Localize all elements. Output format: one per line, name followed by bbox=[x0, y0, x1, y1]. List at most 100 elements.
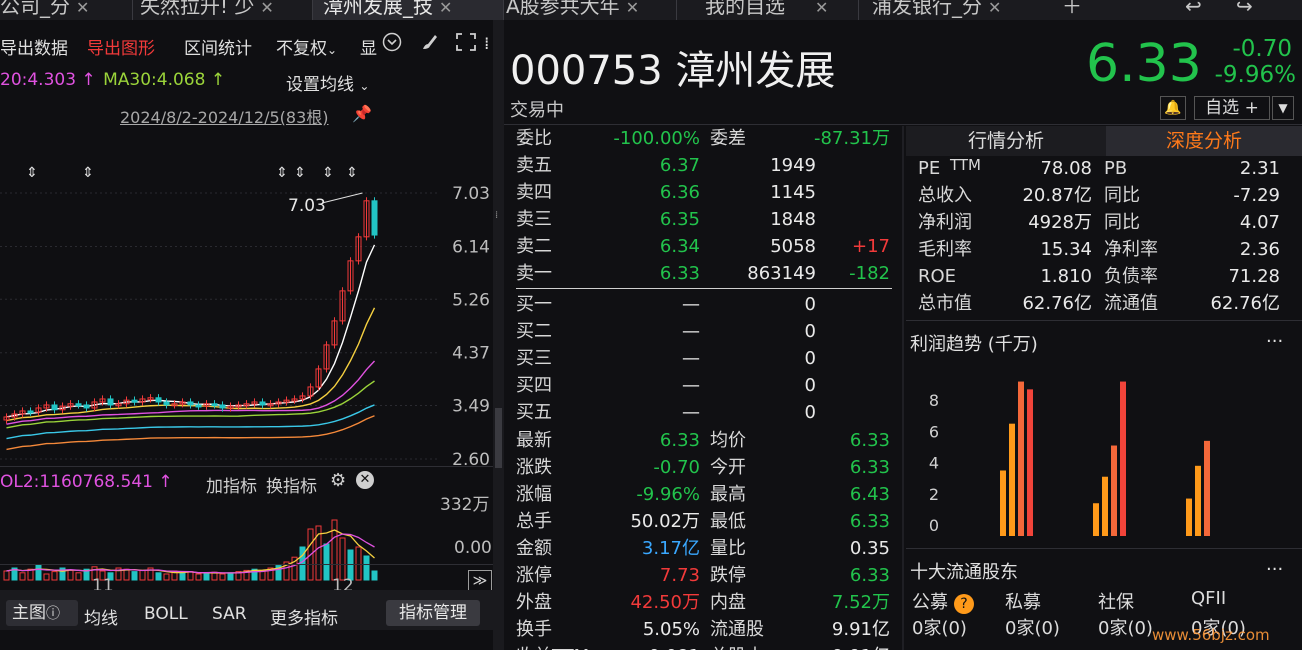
forward-icon[interactable]: ↪ bbox=[1236, 0, 1266, 20]
volume-bar[interactable] bbox=[259, 570, 266, 581]
more-indicators-button[interactable]: 更多指标 bbox=[270, 604, 338, 629]
holder-category[interactable]: 私募 bbox=[1005, 588, 1041, 614]
close-icon[interactable]: ✕ bbox=[260, 0, 273, 17]
date-range-label[interactable]: 2024/8/2-2024/12/5(83根) bbox=[120, 104, 329, 128]
profit-bar[interactable] bbox=[1093, 503, 1099, 536]
tab-2-active[interactable]: 漳州发展_技 ✕ bbox=[313, 0, 503, 20]
new-tab-icon[interactable]: ＋ bbox=[1062, 0, 1086, 20]
event-marker-icon[interactable]: ⇕ bbox=[294, 165, 306, 181]
candle[interactable] bbox=[51, 404, 58, 411]
candle[interactable] bbox=[83, 404, 90, 409]
holder-category[interactable]: 公募? bbox=[912, 588, 974, 614]
tab-1[interactable]: 失然拉升! 少 ✕ bbox=[140, 0, 310, 20]
volume-bar[interactable] bbox=[3, 570, 10, 581]
event-marker-icon[interactable]: ⇕ bbox=[82, 165, 94, 181]
volume-bar[interactable] bbox=[219, 573, 226, 581]
tab-3[interactable]: A股参共大年 ✕ bbox=[506, 0, 666, 20]
panel-splitter[interactable]: ⁞ bbox=[493, 20, 504, 650]
volume-bar[interactable] bbox=[131, 571, 138, 581]
volume-bar[interactable] bbox=[51, 571, 58, 581]
bell-icon[interactable]: 🔔 bbox=[1160, 96, 1186, 120]
volume-bar[interactable] bbox=[203, 572, 210, 581]
range-stats-button[interactable]: 区间统计 bbox=[184, 34, 252, 59]
volume-bar[interactable] bbox=[163, 573, 170, 581]
event-marker-icon[interactable]: ⇕ bbox=[322, 165, 334, 181]
holder-category[interactable]: QFII bbox=[1191, 588, 1226, 609]
ma-button[interactable]: 均线 bbox=[84, 604, 118, 629]
volume-bar[interactable] bbox=[331, 519, 338, 581]
volume-bar[interactable] bbox=[323, 543, 330, 581]
close-icon[interactable]: ✕ bbox=[626, 0, 639, 17]
main-chart-button[interactable]: 主图ⓘ bbox=[6, 600, 78, 626]
close-icon[interactable]: ✕ bbox=[356, 471, 374, 489]
sar-button[interactable]: SAR bbox=[212, 604, 247, 624]
indicator-manage-button[interactable]: 指标管理 bbox=[386, 600, 480, 626]
volume-bar[interactable] bbox=[155, 572, 162, 581]
volume-bar[interactable] bbox=[179, 572, 186, 581]
holder-category[interactable]: 社保 bbox=[1098, 588, 1134, 614]
tab-5[interactable]: 浦发银行_分 ✕ bbox=[872, 0, 1042, 20]
volume-bar[interactable] bbox=[35, 564, 42, 581]
candle[interactable] bbox=[195, 404, 202, 408]
event-marker-icon[interactable]: ⇕ bbox=[346, 165, 358, 181]
expand-icon[interactable]: ≫ bbox=[468, 570, 492, 592]
candlestick-chart[interactable]: ⇕ ⇕ ⇕ ⇕ ⇕ ⇕ 7.03 6.14 5.26 4.37 3.49 2.60 bbox=[0, 135, 493, 465]
scrollbar-thumb[interactable] bbox=[495, 408, 502, 468]
candle[interactable] bbox=[371, 200, 378, 236]
volume-bar[interactable] bbox=[339, 537, 346, 581]
volume-bar[interactable] bbox=[67, 569, 74, 581]
add-watchlist-button[interactable]: 自选 + bbox=[1194, 96, 1270, 120]
candle[interactable] bbox=[187, 401, 194, 406]
candle[interactable] bbox=[75, 403, 82, 407]
profit-bar[interactable] bbox=[1018, 381, 1024, 536]
profit-bar[interactable] bbox=[1111, 445, 1117, 536]
volume-bar[interactable] bbox=[227, 572, 234, 581]
profit-bar[interactable] bbox=[1204, 440, 1210, 536]
candle[interactable] bbox=[259, 401, 266, 406]
volume-bar[interactable] bbox=[43, 573, 50, 581]
candle[interactable] bbox=[131, 399, 138, 403]
profit-bar[interactable] bbox=[1120, 381, 1126, 536]
candle[interactable] bbox=[107, 398, 114, 406]
candle[interactable] bbox=[155, 397, 162, 403]
tab-4[interactable]: 我的自选 ✕ bbox=[705, 0, 855, 20]
top-holders-more-button[interactable]: ... bbox=[1266, 554, 1283, 575]
profit-bar[interactable] bbox=[1000, 470, 1006, 536]
profit-trend-more-button[interactable]: ... bbox=[1266, 326, 1283, 347]
candle[interactable] bbox=[211, 403, 218, 407]
volume-bar[interactable] bbox=[371, 570, 378, 581]
close-icon[interactable]: ✕ bbox=[815, 0, 828, 17]
export-chart-button[interactable]: 导出图形 bbox=[87, 34, 155, 59]
volume-bar[interactable] bbox=[195, 573, 202, 581]
volume-bar[interactable] bbox=[123, 568, 130, 581]
chevron-down-icon[interactable]: ▼ bbox=[1272, 96, 1294, 120]
pin-icon[interactable]: 📌 bbox=[352, 104, 372, 123]
volume-bar[interactable] bbox=[187, 571, 194, 581]
volume-bar[interactable] bbox=[19, 572, 26, 581]
volume-bar[interactable] bbox=[139, 569, 146, 581]
tab-deep-analysis[interactable]: 深度分析 bbox=[1106, 126, 1302, 156]
event-marker-icon[interactable]: ⇕ bbox=[276, 165, 288, 181]
gear-icon[interactable]: ⚙ bbox=[330, 470, 346, 491]
tab-market-analysis[interactable]: 行情分析 bbox=[906, 126, 1106, 156]
volume-bar[interactable] bbox=[363, 555, 370, 581]
profit-bar[interactable] bbox=[1027, 389, 1033, 536]
profit-bar[interactable] bbox=[1195, 465, 1201, 536]
candle[interactable] bbox=[219, 404, 226, 409]
candle[interactable] bbox=[27, 410, 34, 414]
event-marker-icon[interactable]: ⇕ bbox=[26, 165, 38, 181]
profit-bar[interactable] bbox=[1009, 423, 1015, 536]
profit-trend-chart[interactable]: 8 6 4 2 0 2022 2023 2024 bbox=[906, 356, 1302, 546]
adjust-select[interactable]: 不复权⌄ bbox=[276, 34, 337, 59]
more-icon[interactable]: ⁞ bbox=[484, 34, 489, 54]
profit-bar[interactable] bbox=[1102, 476, 1108, 536]
circle-chevron-icon[interactable] bbox=[382, 32, 402, 57]
close-icon[interactable]: ✕ bbox=[988, 0, 1001, 17]
close-icon[interactable]: ✕ bbox=[76, 0, 89, 17]
volume-chart[interactable] bbox=[0, 490, 493, 590]
export-data-button[interactable]: 导出数据 bbox=[0, 34, 68, 59]
tab-0[interactable]: 公司_分 ✕ bbox=[0, 0, 132, 20]
brush-icon[interactable] bbox=[420, 32, 440, 57]
candle[interactable] bbox=[163, 401, 170, 406]
back-icon[interactable]: ↩ bbox=[1185, 0, 1215, 20]
